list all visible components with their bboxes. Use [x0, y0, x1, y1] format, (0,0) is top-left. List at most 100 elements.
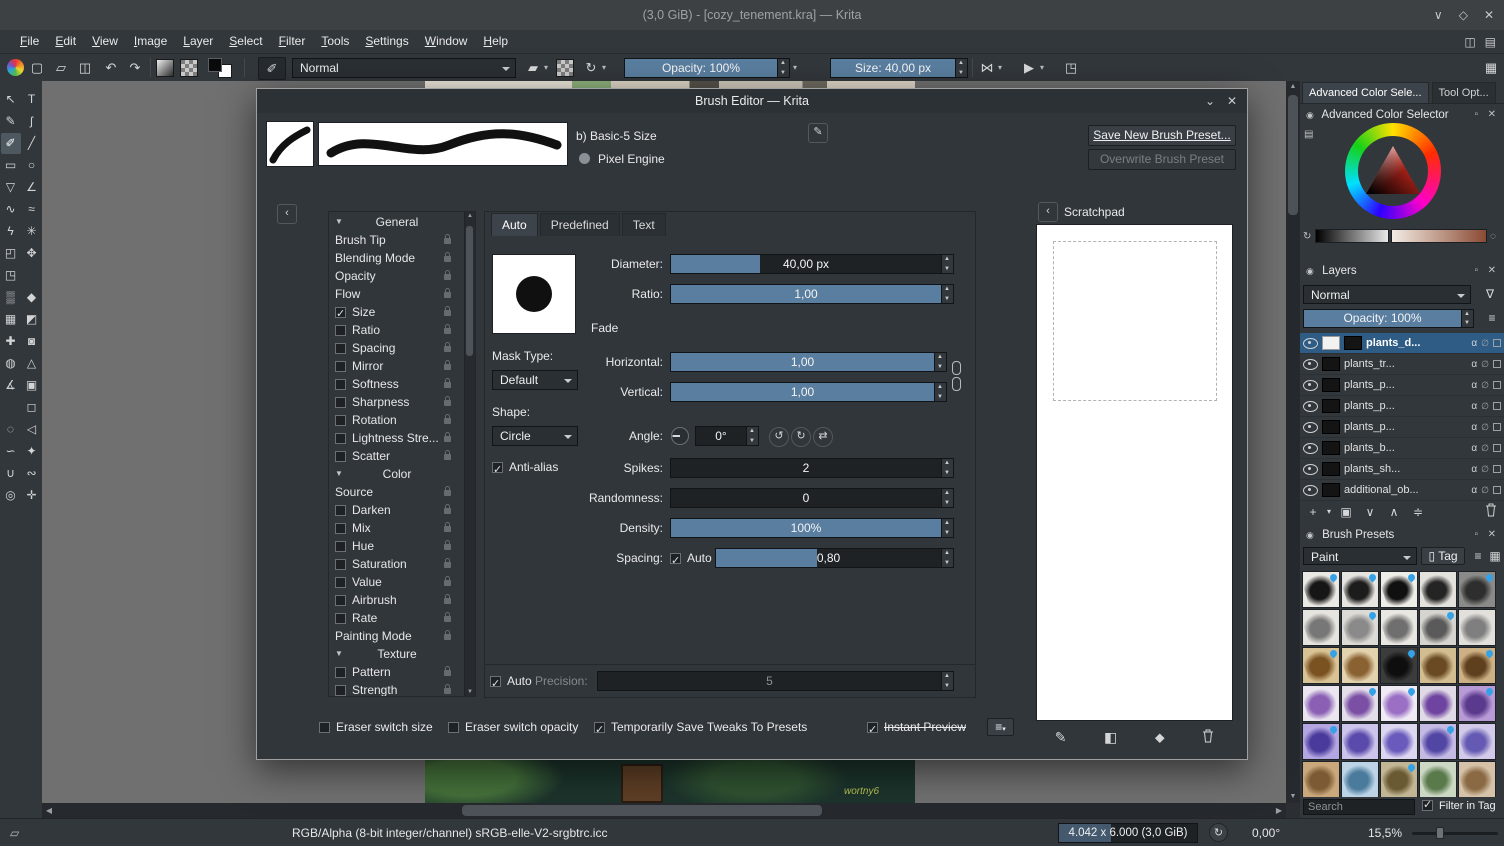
canvas-rotation-icon[interactable]: ↻: [1209, 823, 1228, 842]
brush-preset-26[interactable]: [1302, 761, 1340, 797]
option-checkbox[interactable]: [335, 325, 346, 336]
brush-option-source[interactable]: Source: [329, 483, 465, 501]
tool-bezier-curve[interactable]: ∿: [1, 199, 21, 220]
tool-transform[interactable]: ◰: [1, 243, 21, 264]
brush-preset-11[interactable]: [1302, 647, 1340, 684]
opacity-slider[interactable]: Opacity: 100%: [624, 58, 778, 78]
brush-preset-12[interactable]: [1341, 647, 1379, 684]
fg-bg-color-swatch[interactable]: [208, 58, 232, 78]
option-checkbox[interactable]: [335, 305, 346, 323]
option-checkbox[interactable]: [335, 505, 346, 516]
tool-ellipse[interactable]: ○: [22, 155, 42, 176]
inherit-alpha-icon[interactable]: ∅: [1481, 422, 1489, 433]
vertical-fade-slider[interactable]: 1,00: [670, 382, 935, 402]
mirror-h-caret-icon[interactable]: ▾: [998, 63, 1008, 75]
pattern-chooser[interactable]: [180, 59, 198, 77]
tool-polygon[interactable]: ▽: [1, 177, 21, 198]
tool-reference-images[interactable]: ▣: [22, 375, 42, 396]
brush-preset-19[interactable]: [1419, 685, 1457, 722]
brush-option-darken[interactable]: Darken: [329, 501, 465, 519]
precision-auto-checkbox[interactable]: Auto: [490, 671, 532, 694]
spacing-auto-checkbox[interactable]: Auto: [670, 548, 712, 571]
brush-preset-4[interactable]: [1419, 571, 1457, 608]
horizontal-fade-slider[interactable]: 1,00: [670, 352, 935, 372]
brush-option-brush-tip[interactable]: Brush Tip: [329, 231, 465, 249]
size-slider[interactable]: Size: 40,00 px: [830, 58, 956, 78]
tab-tool-options[interactable]: Tool Opt...: [1431, 82, 1496, 103]
color-shade-strip[interactable]: [1391, 229, 1487, 243]
inherit-alpha-icon[interactable]: ∅: [1481, 443, 1489, 454]
lock-icon[interactable]: [444, 684, 451, 694]
canvas-only-icon[interactable]: ▤: [1485, 35, 1496, 49]
lock-icon[interactable]: [444, 360, 451, 370]
tool-freehand-path[interactable]: ≈: [22, 199, 42, 220]
inherit-alpha-icon[interactable]: ∅: [1481, 464, 1489, 475]
brush-preset-20[interactable]: [1458, 685, 1496, 722]
rotate-ccw-icon[interactable]: ↺: [769, 427, 789, 447]
option-checkbox[interactable]: [335, 685, 346, 696]
brush-option-airbrush[interactable]: Airbrush: [329, 591, 465, 609]
brush-option-texture[interactable]: ▼ Texture: [329, 645, 465, 663]
lock-icon[interactable]: [444, 270, 451, 280]
brush-option-spacing[interactable]: Spacing: [329, 339, 465, 357]
flip-angle-icon[interactable]: ⇄: [813, 427, 833, 447]
brush-option-hue[interactable]: Hue: [329, 537, 465, 555]
brush-preset-29[interactable]: [1419, 761, 1457, 797]
collapse-section-icon[interactable]: ▼: [335, 645, 343, 663]
layer-properties-icon[interactable]: ≑: [1408, 503, 1428, 521]
layer-row-3[interactable]: plants_p... α ∅: [1300, 375, 1504, 396]
lock-icon[interactable]: [444, 486, 451, 496]
brush-option-flow[interactable]: Flow: [329, 285, 465, 303]
tool-crop[interactable]: ◳: [1, 265, 21, 286]
brush-preset-10[interactable]: [1458, 609, 1496, 646]
layer-row-1[interactable]: plants_d... α ∅: [1300, 333, 1504, 354]
lock-icon[interactable]: [444, 342, 451, 352]
brush-option-saturation[interactable]: Saturation: [329, 555, 465, 573]
lock-icon[interactable]: [444, 450, 451, 460]
rotate-cw-icon[interactable]: ↻: [791, 427, 811, 447]
layer-name[interactable]: plants_p...: [1344, 379, 1467, 391]
tab-predefined[interactable]: Predefined: [539, 213, 620, 236]
detach-canvas-icon[interactable]: ◫: [1464, 35, 1475, 49]
brush-option-painting-mode[interactable]: Painting Mode: [329, 627, 465, 645]
tab-advanced-color-selector[interactable]: Advanced Color Sele...: [1302, 82, 1429, 103]
undo-icon[interactable]: ↶: [100, 57, 122, 78]
brush-preset-6[interactable]: [1302, 609, 1340, 646]
tab-auto[interactable]: Auto: [491, 213, 538, 236]
scratchpad-fill-color-icon[interactable]: ⬥: [1155, 729, 1165, 746]
canvas-vertical-scrollbar[interactable]: ▲ ▼: [1286, 81, 1300, 803]
tool-assistants[interactable]: △: [22, 353, 42, 374]
density-slider[interactable]: 100%: [670, 518, 942, 538]
collapse-section-icon[interactable]: ▼: [335, 213, 343, 231]
option-checkbox[interactable]: [335, 613, 346, 624]
brush-option-softness[interactable]: Softness: [329, 375, 465, 393]
menu-select[interactable]: Select: [221, 30, 270, 53]
close-docker-icon[interactable]: ✕: [1488, 527, 1496, 543]
inherit-alpha-icon[interactable]: ∅: [1481, 338, 1489, 349]
layer-thumbnail[interactable]: [1322, 441, 1340, 455]
float-docker-icon[interactable]: ▫: [1474, 107, 1478, 123]
brush-preset-25[interactable]: [1458, 723, 1496, 760]
brush-option-blending-mode[interactable]: Blending Mode: [329, 249, 465, 267]
brush-preset-1[interactable]: [1302, 571, 1340, 608]
inherit-alpha-icon[interactable]: ∅: [1481, 401, 1489, 412]
option-checkbox[interactable]: [335, 433, 346, 444]
diameter-spinner[interactable]: [942, 254, 954, 274]
tool-ellipse-select[interactable]: ◌: [1, 419, 21, 440]
instant-preview-checkbox[interactable]: Instant Preview: [867, 717, 966, 740]
spacing-spinner[interactable]: [942, 548, 954, 568]
lock-icon[interactable]: [444, 324, 451, 334]
lock-icon[interactable]: [444, 288, 451, 298]
tool-edit-shapes[interactable]: ✎: [1, 111, 21, 132]
layer-visibility-icon[interactable]: [1303, 379, 1318, 391]
layer-mask-thumbnail[interactable]: [1322, 336, 1340, 350]
layer-row-7[interactable]: plants_sh... α ∅: [1300, 459, 1504, 480]
tool-move[interactable]: ✥: [22, 243, 42, 264]
brush-preset-5[interactable]: [1458, 571, 1496, 608]
tool-text[interactable]: T: [22, 89, 42, 110]
tab-text[interactable]: Text: [621, 213, 666, 236]
lock-icon[interactable]: [444, 504, 451, 514]
brush-preset-21[interactable]: [1302, 723, 1340, 760]
tool-freehand-select[interactable]: ∽: [1, 441, 21, 462]
lock-icon[interactable]: [444, 306, 451, 316]
